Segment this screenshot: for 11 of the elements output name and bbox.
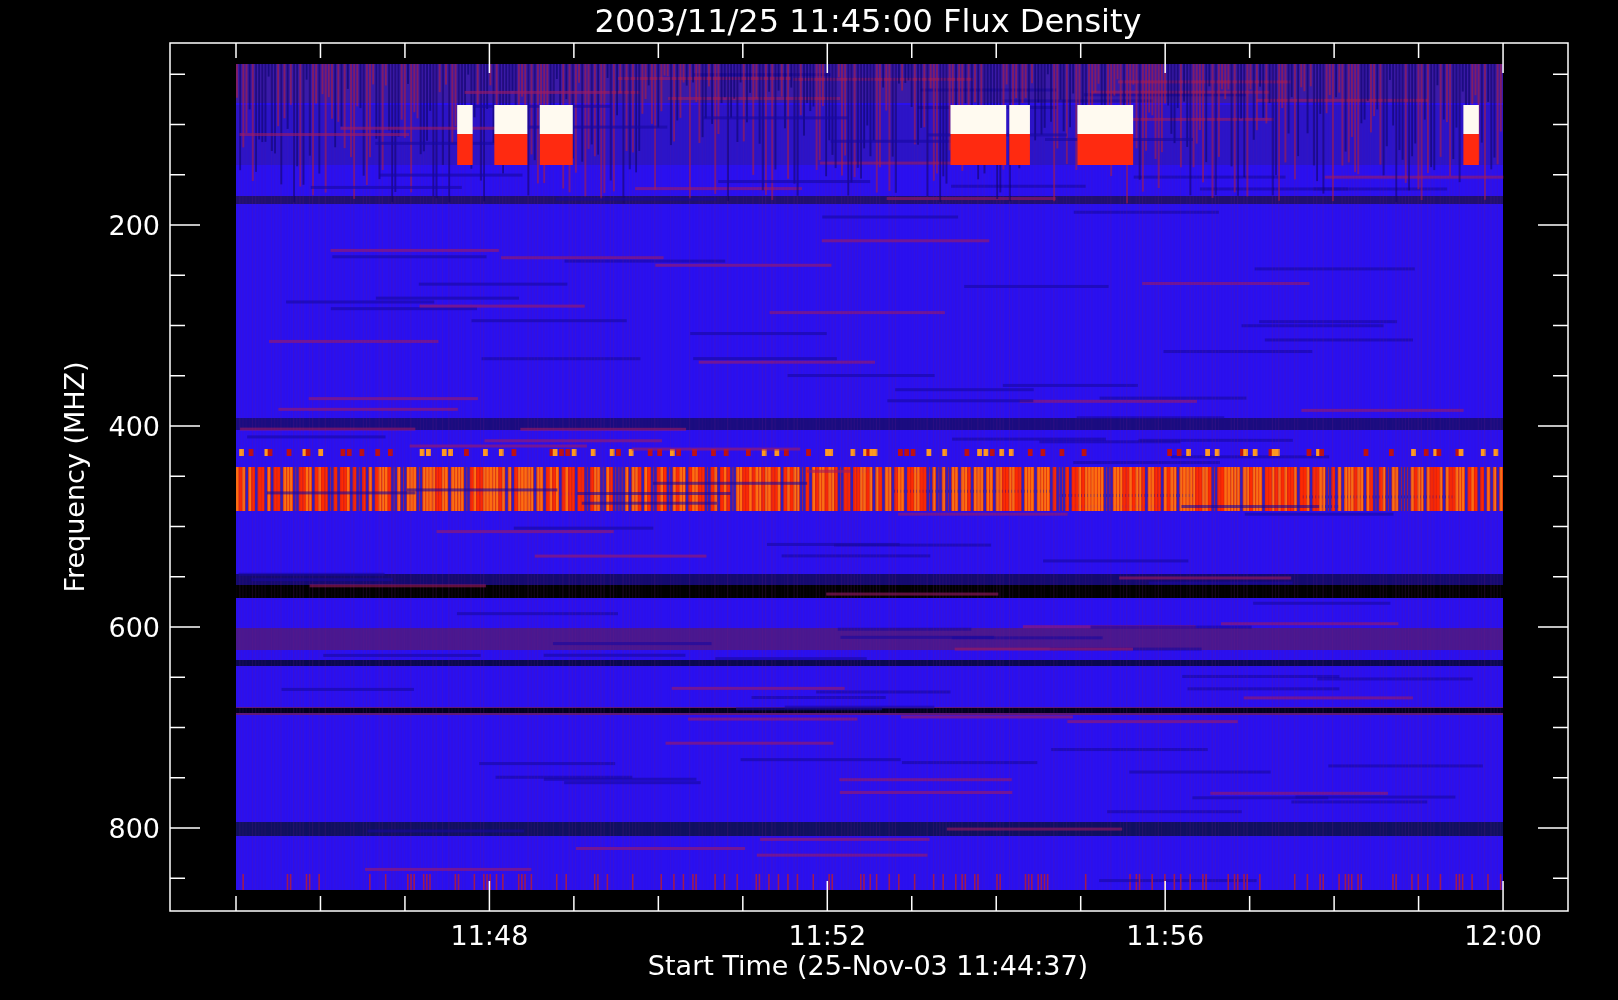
y-tick-label: 200 [108,210,160,241]
x-axis-label: Start Time (25-Nov-03 11:44:37) [647,950,1089,981]
y-tick-label: 400 [108,411,160,442]
plot-title: 2003/11/25 11:45:00 Flux Density [594,2,1142,40]
y-tick-label: 800 [108,813,160,844]
x-tick-label: 11:48 [450,920,529,951]
x-tick-label: 11:56 [1126,920,1205,951]
y-axis-label: Frequency (MHZ) [59,361,90,593]
x-tick-label: 11:52 [788,920,867,951]
y-tick-label: 600 [108,612,160,643]
x-tick-label: 12:00 [1464,920,1542,951]
